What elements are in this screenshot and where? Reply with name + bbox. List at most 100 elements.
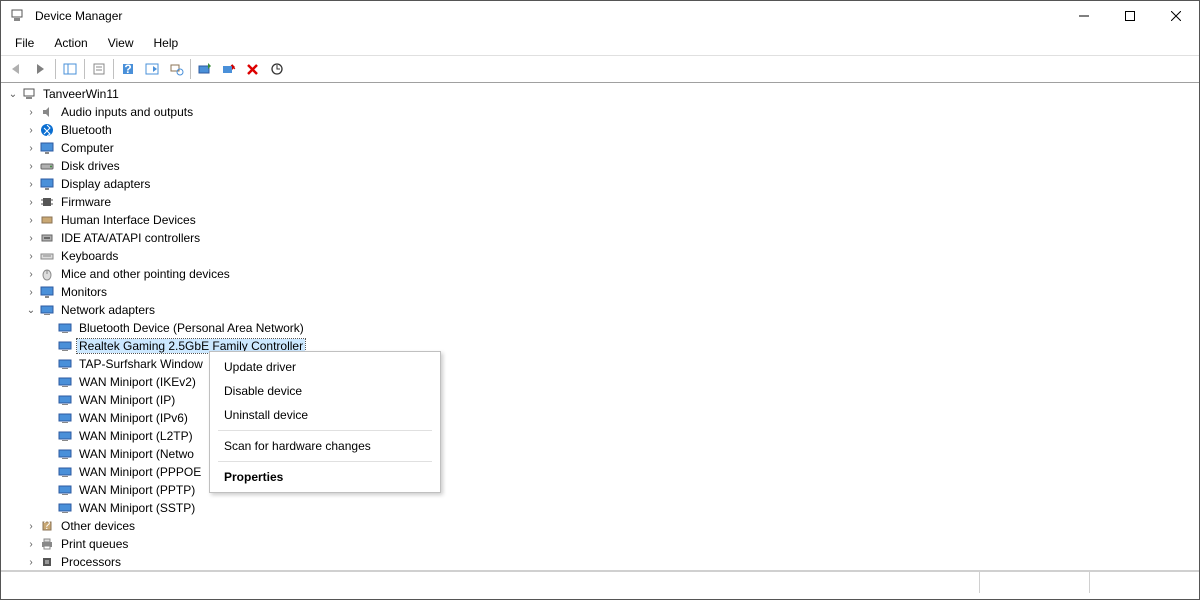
device-tree-pane[interactable]: ⌄ TanveerWin11 ›Audio inputs and outputs… <box>1 83 1199 571</box>
chevron-right-icon[interactable]: › <box>23 233 39 244</box>
tree-item-hid[interactable]: ›Human Interface Devices <box>5 211 1199 229</box>
tree-item-processors[interactable]: ›Processors <box>5 553 1199 571</box>
ctx-separator <box>218 430 432 431</box>
chevron-right-icon[interactable]: › <box>23 521 39 532</box>
properties-button[interactable] <box>87 58 111 80</box>
disk-icon <box>39 158 55 174</box>
tree-item-net-realtek[interactable]: Realtek Gaming 2.5GbE Family Controller <box>5 337 1199 355</box>
ide-icon <box>39 230 55 246</box>
printer-icon <box>39 536 55 552</box>
tree-item-disk[interactable]: ›Disk drives <box>5 157 1199 175</box>
menu-help[interactable]: Help <box>146 34 187 52</box>
menubar: File Action View Help <box>1 31 1199 55</box>
tree-item-keyboards[interactable]: ›Keyboards <box>5 247 1199 265</box>
chevron-right-icon[interactable]: › <box>23 287 39 298</box>
tree-item-ide[interactable]: ›IDE ATA/ATAPI controllers <box>5 229 1199 247</box>
tree-item-net-tap[interactable]: TAP-Surfshark Window <box>5 355 1199 373</box>
network-adapter-icon <box>57 320 73 336</box>
tree-item-net-pptp[interactable]: WAN Miniport (PPTP) <box>5 481 1199 499</box>
chevron-right-icon[interactable]: › <box>23 179 39 190</box>
computer-icon <box>21 86 37 102</box>
network-icon <box>39 302 55 318</box>
tree-item-net-ip[interactable]: WAN Miniport (IP) <box>5 391 1199 409</box>
menu-view[interactable]: View <box>100 34 142 52</box>
scan-changes-button[interactable] <box>265 58 289 80</box>
forward-button[interactable] <box>29 58 53 80</box>
minimize-button[interactable] <box>1061 1 1107 31</box>
status-pane-2 <box>979 572 1089 593</box>
chevron-right-icon[interactable]: › <box>23 125 39 136</box>
tree-item-bluetooth[interactable]: ›Bluetooth <box>5 121 1199 139</box>
scan-hardware-button[interactable] <box>164 58 188 80</box>
chevron-down-icon[interactable]: ⌄ <box>5 89 21 100</box>
tree-item-audio[interactable]: ›Audio inputs and outputs <box>5 103 1199 121</box>
ctx-uninstall-device[interactable]: Uninstall device <box>210 403 440 427</box>
tree-item-firmware[interactable]: ›Firmware <box>5 193 1199 211</box>
tree-item-net-ikev2[interactable]: WAN Miniport (IKEv2) <box>5 373 1199 391</box>
bluetooth-icon <box>39 122 55 138</box>
disable-button[interactable] <box>217 58 241 80</box>
tree-item-computer[interactable]: ›Computer <box>5 139 1199 157</box>
network-adapter-icon <box>57 338 73 354</box>
back-button[interactable] <box>5 58 29 80</box>
action-button[interactable] <box>140 58 164 80</box>
network-adapter-icon <box>57 374 73 390</box>
network-adapter-icon <box>57 428 73 444</box>
status-pane-3 <box>1089 572 1199 593</box>
tree-item-monitors[interactable]: ›Monitors <box>5 283 1199 301</box>
uninstall-button[interactable] <box>241 58 265 80</box>
monitor-icon <box>39 284 55 300</box>
tree-item-other[interactable]: ›?Other devices <box>5 517 1199 535</box>
menu-action[interactable]: Action <box>46 34 95 52</box>
help-button[interactable]: ? <box>116 58 140 80</box>
network-adapter-icon <box>57 500 73 516</box>
chevron-right-icon[interactable]: › <box>23 557 39 568</box>
chevron-right-icon[interactable]: › <box>23 143 39 154</box>
network-adapter-icon <box>57 464 73 480</box>
ctx-scan-hardware[interactable]: Scan for hardware changes <box>210 434 440 458</box>
tree-item-mice[interactable]: ›Mice and other pointing devices <box>5 265 1199 283</box>
tree-item-network[interactable]: ⌄Network adapters <box>5 301 1199 319</box>
tree-item-net-bt[interactable]: Bluetooth Device (Personal Area Network) <box>5 319 1199 337</box>
mouse-icon <box>39 266 55 282</box>
chevron-right-icon[interactable]: › <box>23 107 39 118</box>
speaker-icon <box>39 104 55 120</box>
context-menu: Update driver Disable device Uninstall d… <box>209 351 441 493</box>
menu-file[interactable]: File <box>7 34 42 52</box>
network-adapter-icon <box>57 482 73 498</box>
tree-item-display[interactable]: ›Display adapters <box>5 175 1199 193</box>
tree-root[interactable]: ⌄ TanveerWin11 <box>5 85 1199 103</box>
ctx-properties[interactable]: Properties <box>210 465 440 489</box>
tree-item-net-l2tp[interactable]: WAN Miniport (L2TP) <box>5 427 1199 445</box>
show-hide-tree-button[interactable] <box>58 58 82 80</box>
ctx-disable-device[interactable]: Disable device <box>210 379 440 403</box>
svg-text:?: ? <box>44 519 51 532</box>
network-adapter-icon <box>57 356 73 372</box>
chevron-right-icon[interactable]: › <box>23 161 39 172</box>
cpu-icon <box>39 554 55 570</box>
titlebar: Device Manager <box>1 1 1199 31</box>
network-adapter-icon <box>57 446 73 462</box>
ctx-separator <box>218 461 432 462</box>
chevron-right-icon[interactable]: › <box>23 539 39 550</box>
chevron-right-icon[interactable]: › <box>23 269 39 280</box>
ctx-update-driver[interactable]: Update driver <box>210 355 440 379</box>
tree-item-net-pppoe[interactable]: WAN Miniport (PPPOE <box>5 463 1199 481</box>
update-driver-button[interactable] <box>193 58 217 80</box>
chevron-right-icon[interactable]: › <box>23 197 39 208</box>
tree-item-print[interactable]: ›Print queues <box>5 535 1199 553</box>
other-icon: ? <box>39 518 55 534</box>
tree-item-net-netmon[interactable]: WAN Miniport (Netwo <box>5 445 1199 463</box>
chevron-down-icon[interactable]: ⌄ <box>23 305 39 316</box>
network-adapter-icon <box>57 410 73 426</box>
maximize-button[interactable] <box>1107 1 1153 31</box>
tree-item-net-ipv6[interactable]: WAN Miniport (IPv6) <box>5 409 1199 427</box>
keyboard-icon <box>39 248 55 264</box>
tree-item-net-sstp[interactable]: WAN Miniport (SSTP) <box>5 499 1199 517</box>
chevron-right-icon[interactable]: › <box>23 251 39 262</box>
window-title: Device Manager <box>35 9 122 23</box>
chevron-right-icon[interactable]: › <box>23 215 39 226</box>
hid-icon <box>39 212 55 228</box>
close-button[interactable] <box>1153 1 1199 31</box>
chip-icon <box>39 194 55 210</box>
